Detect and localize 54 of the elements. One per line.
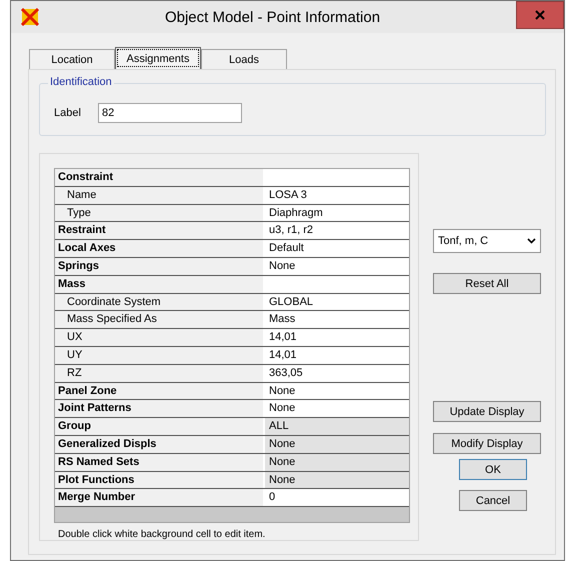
property-name: Type [55,204,265,222]
reset-all-button[interactable]: Reset All [433,273,541,294]
ok-button[interactable]: OK [459,459,527,480]
property-value[interactable]: 14,01 [265,346,409,364]
property-name: Plot Functions [55,472,265,488]
property-value[interactable]: 363,05 [265,364,409,382]
hint-text: Double click white background cell to edit item. [58,529,266,540]
property-name: Springs [55,258,265,275]
group-title: Identification [48,76,114,88]
property-name: Local Axes [55,240,265,257]
property-value[interactable]: Mass [265,311,409,328]
property-name: Joint Patterns [55,400,265,418]
property-name: RS Named Sets [55,454,265,471]
property-value[interactable]: Default [265,240,409,257]
update-display-button[interactable]: Update Display [433,401,541,422]
modify-display-button[interactable]: Modify Display [433,433,541,454]
property-value[interactable]: GLOBAL [265,294,409,310]
property-value[interactable]: None [265,454,409,471]
tab[interactable]: Loads [201,49,287,69]
property-name: UY [55,346,265,364]
property-name: Coordinate System [55,294,265,310]
cancel-button[interactable]: Cancel [459,490,527,511]
property-value[interactable]: 14,01 [265,329,409,346]
property-name: UX [55,329,265,346]
property-value[interactable]: 0 [265,489,409,506]
close-button[interactable] [516,1,564,29]
app-logo-icon [21,8,39,26]
property-name: Restraint [55,222,265,240]
property-name: Mass [55,276,265,293]
property-value[interactable]: Diaphragm [265,204,409,222]
property-name: Constraint [55,169,265,186]
property-value[interactable]: None [265,472,409,488]
property-name: Panel Zone [55,382,265,400]
label-caption: Label [54,106,82,118]
property-name: RZ [55,364,265,382]
property-name: Merge Number [55,489,265,506]
property-value[interactable]: None [265,258,409,275]
property-value[interactable]: LOSA 3 [265,186,409,204]
close-icon [535,10,545,20]
window-title: Object Model - Point Information [164,8,382,26]
property-value[interactable]: None [265,436,409,453]
units-dropdown[interactable]: Tonf, m, C [433,229,541,253]
tab[interactable]: Location [29,49,115,69]
label-field[interactable]: 82 [98,102,242,122]
property-name: Mass Specified As [55,311,265,328]
property-value[interactable]: None [265,400,409,418]
property-value[interactable]: ALL [265,418,409,435]
property-value[interactable]: u3, r1, r2 [265,222,409,240]
property-value[interactable]: None [265,382,409,400]
chevron-down-icon [527,238,536,244]
property-name: Generalized Displs [55,436,265,453]
property-name: Name [55,186,265,204]
tab[interactable]: Assignments [115,47,201,69]
property-name: Group [55,418,265,435]
